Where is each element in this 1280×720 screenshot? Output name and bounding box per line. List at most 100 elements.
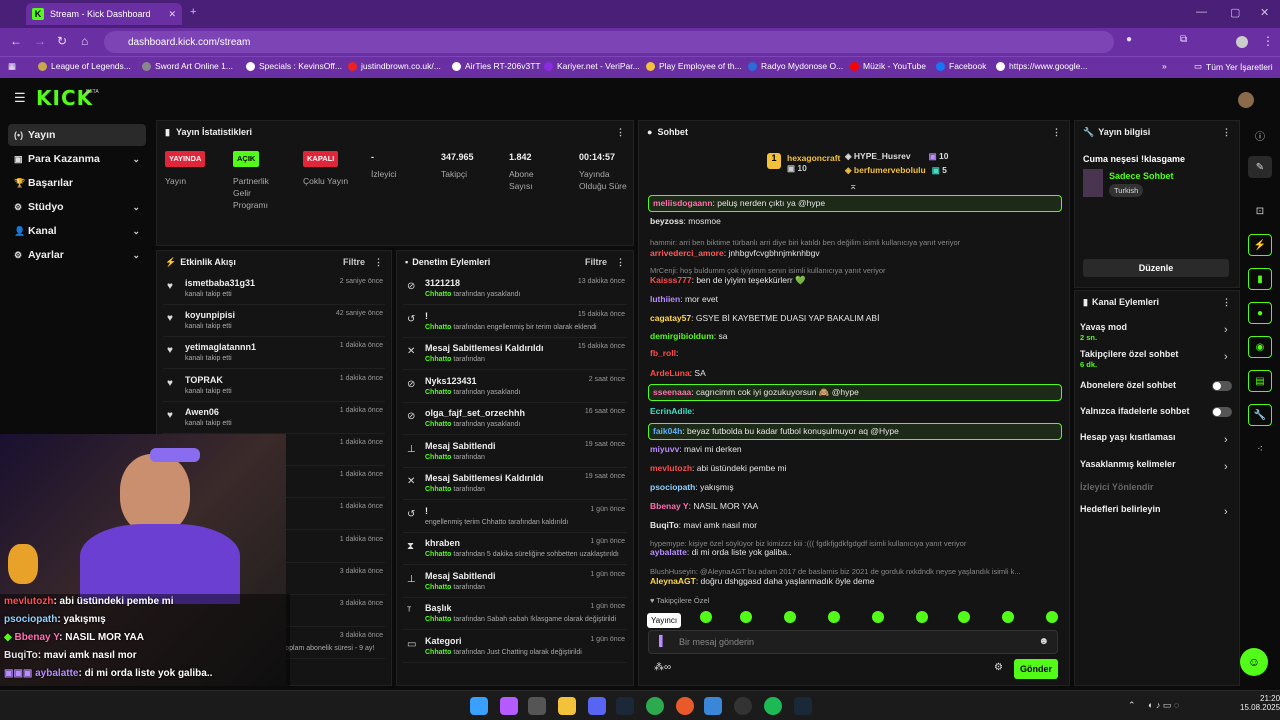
bookmark-9[interactable]: Facebook bbox=[936, 61, 986, 71]
mod-by[interactable]: Chhatto bbox=[425, 324, 451, 331]
tag-chip[interactable]: Turkish bbox=[1109, 184, 1144, 197]
back-icon[interactable]: ← bbox=[10, 34, 22, 48]
chat-username[interactable]: EcrinAdile bbox=[650, 406, 692, 416]
bookmark-6[interactable]: Play Employee of th... bbox=[646, 61, 742, 71]
bookmark-4[interactable]: AirTies RT-206v3TT bbox=[452, 61, 541, 71]
app-icon[interactable] bbox=[528, 697, 546, 715]
emoji-icon[interactable]: ☻ bbox=[1038, 636, 1049, 647]
extension-icon[interactable]: ● bbox=[1126, 34, 1132, 45]
more-bookmarks-icon[interactable]: » bbox=[1162, 61, 1167, 71]
close-tab-icon[interactable]: ✕ bbox=[168, 9, 176, 20]
emote-icon[interactable] bbox=[740, 611, 752, 623]
more-icon[interactable]: ⋮ bbox=[1222, 127, 1231, 138]
channel-action-item[interactable]: Yavaş mod 2 sn. bbox=[1080, 322, 1230, 342]
browser-icon[interactable] bbox=[676, 697, 694, 715]
minimize-icon[interactable]: — bbox=[1196, 6, 1207, 18]
mod-name[interactable]: Mesaj Sabitlendi bbox=[425, 441, 496, 451]
stats-rail-icon[interactable]: ▮ bbox=[1248, 268, 1272, 290]
mod-name[interactable]: Nyks123431 bbox=[425, 376, 477, 386]
chat-username[interactable]: faik04h bbox=[653, 426, 682, 436]
mod-by[interactable]: Chhatto bbox=[425, 486, 451, 493]
channel-action-item[interactable]: Abonelere özel sohbet bbox=[1080, 380, 1230, 390]
mod-rail-icon[interactable]: ▤ bbox=[1248, 370, 1272, 392]
channel-action-item[interactable]: Hedefleri belirleyin bbox=[1080, 504, 1230, 514]
bolt-rail-icon[interactable]: ⚡ bbox=[1248, 234, 1272, 256]
mod-by[interactable]: Chhatto bbox=[425, 389, 451, 396]
mod-by[interactable]: Chhatto bbox=[425, 616, 451, 623]
emote-icon[interactable] bbox=[1002, 611, 1014, 623]
chat-username[interactable]: Bbenay Y bbox=[650, 501, 689, 511]
start-icon[interactable] bbox=[470, 697, 488, 715]
more-icon[interactable]: ⋮ bbox=[616, 257, 625, 268]
close-window-icon[interactable]: ✕ bbox=[1260, 6, 1269, 19]
bookmark-1[interactable]: Sword Art Online 1... bbox=[142, 61, 233, 71]
more-icon[interactable]: ⋮ bbox=[374, 257, 383, 268]
chrome-icon[interactable] bbox=[646, 697, 664, 715]
channel-action-item[interactable]: Yasaklanmış kelimeler bbox=[1080, 459, 1230, 469]
maximize-icon[interactable]: ▢ bbox=[1230, 6, 1240, 19]
collapse-icon[interactable]: ⌅ bbox=[849, 181, 857, 192]
emote-icon[interactable] bbox=[958, 611, 970, 623]
capture-icon[interactable]: ⊡ bbox=[1248, 200, 1272, 222]
chat-username[interactable]: miyuvv bbox=[650, 444, 679, 454]
mod-name[interactable]: Mesaj Sabitlendi bbox=[425, 571, 496, 581]
new-tab-icon[interactable]: + bbox=[190, 6, 196, 18]
chat-username[interactable]: arrivederci_amore bbox=[650, 248, 724, 258]
chat-settings-icon[interactable]: ⚙ bbox=[994, 662, 1003, 673]
emote-icon[interactable] bbox=[828, 611, 840, 623]
mod-by[interactable]: Chhatto bbox=[425, 291, 451, 298]
mod-name[interactable]: Başlık bbox=[425, 603, 452, 613]
mod-name[interactable]: khraben bbox=[425, 538, 460, 548]
chat-username[interactable]: ArdeLuna bbox=[650, 368, 690, 378]
bookmark-5[interactable]: Kariyer.net - VeriPar... bbox=[544, 61, 640, 71]
activity-name[interactable]: TOPRAK bbox=[185, 375, 223, 385]
channel-action-item[interactable]: Hesap yaşı kısıtlaması bbox=[1080, 432, 1230, 442]
url-input[interactable]: dashboard.kick.com/stream bbox=[104, 31, 1114, 53]
mod-name[interactable]: olga_fajf_set_orzechhh bbox=[425, 408, 525, 418]
reload-icon[interactable]: ↻ bbox=[57, 34, 67, 48]
explorer-icon[interactable] bbox=[558, 697, 576, 715]
more-icon[interactable]: ⋮ bbox=[1222, 297, 1231, 308]
broadcast-rail-icon[interactable]: ◉ bbox=[1248, 336, 1272, 358]
apps-icon[interactable]: ▦ bbox=[8, 61, 16, 72]
toggle-switch[interactable] bbox=[1212, 407, 1232, 417]
chat-username[interactable]: meliisdogaann bbox=[653, 198, 713, 208]
tray-chevron-icon[interactable]: ⌃ bbox=[1128, 700, 1136, 711]
emote-icon[interactable] bbox=[872, 611, 884, 623]
top-gifter-1[interactable]: hexagoncraft ▣ 10 bbox=[787, 153, 840, 174]
hamburger-icon[interactable]: ☰ bbox=[14, 90, 26, 106]
mod-name[interactable]: ! bbox=[425, 506, 428, 516]
mod-name[interactable]: Mesaj Sabitlemesi Kaldırıldı bbox=[425, 473, 544, 483]
nav-basarilar[interactable]: 🏆 Başarılar bbox=[8, 172, 146, 194]
channel-action-item[interactable]: İzleyici Yönlendir bbox=[1080, 482, 1230, 492]
channel-action-item[interactable]: Takipçilere özel sohbet 6 dk. bbox=[1080, 349, 1230, 369]
edit-icon[interactable]: ✎ bbox=[1248, 156, 1272, 178]
mod-name[interactable]: Mesaj Sabitlemesi Kaldırıldı bbox=[425, 343, 544, 353]
top-gifter-2[interactable]: ◈ HYPE_Husrev ▣ 10 bbox=[845, 151, 948, 162]
user-avatar[interactable] bbox=[1238, 92, 1254, 108]
edit-button[interactable]: Düzenle bbox=[1083, 259, 1229, 277]
top-gifter-3[interactable]: ◈ berfumervebolulu ▣ 5 bbox=[845, 165, 947, 176]
copilot-icon[interactable] bbox=[500, 697, 518, 715]
points-icon[interactable]: ⁂∞ bbox=[654, 662, 671, 673]
chat-username[interactable]: sseenaaa bbox=[653, 387, 691, 397]
nav-yayin[interactable]: (•) Yayın bbox=[8, 124, 146, 146]
toggle-switch[interactable] bbox=[1212, 381, 1232, 391]
chat-username[interactable]: fb_roll bbox=[650, 348, 676, 358]
channel-action-item[interactable]: Yalnızca ifadelerle sohbet bbox=[1080, 406, 1230, 416]
send-button[interactable]: Gönder bbox=[1014, 659, 1058, 679]
home-icon[interactable]: ⌂ bbox=[81, 34, 88, 48]
steam2-icon[interactable] bbox=[794, 697, 812, 715]
emote-icon[interactable] bbox=[784, 611, 796, 623]
all-bookmarks[interactable]: ▭ Tüm Yer İşaretleri bbox=[1194, 61, 1273, 72]
activity-name[interactable]: yetimaglatannn1 bbox=[185, 342, 256, 352]
category-link[interactable]: Sadece Sohbet bbox=[1109, 171, 1174, 181]
filter-button[interactable]: Filtre bbox=[585, 257, 607, 267]
app2-icon[interactable] bbox=[734, 697, 752, 715]
bookmark-7[interactable]: Radyo Mydonose O... bbox=[748, 61, 843, 71]
nav-studyo[interactable]: ⚙ Stüdyo ⌄ bbox=[8, 196, 146, 218]
spotify-icon[interactable] bbox=[764, 697, 782, 715]
menu-dots-icon[interactable]: ⋮ bbox=[1262, 34, 1274, 48]
mod-by[interactable]: Chhatto bbox=[425, 454, 451, 461]
bookmark-0[interactable]: League of Legends... bbox=[38, 61, 131, 71]
